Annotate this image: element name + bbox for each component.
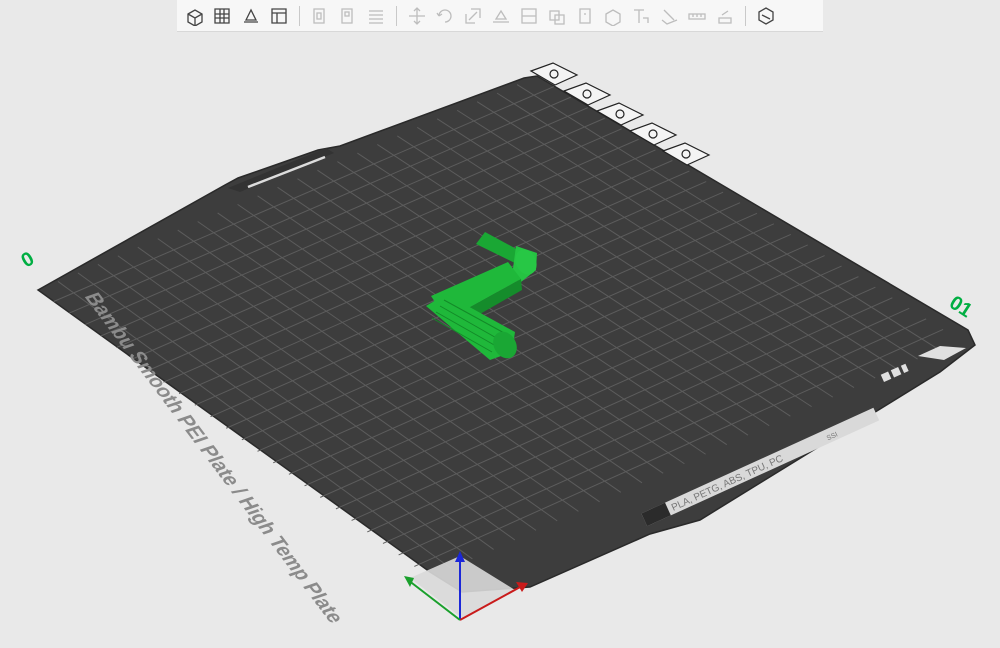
plate-number: 01 xyxy=(945,292,976,323)
3d-viewport[interactable]: Bambu Smooth PEI Plate / High Temp Plate… xyxy=(0,0,1000,648)
plate-corner-mark: 0 xyxy=(18,248,39,273)
